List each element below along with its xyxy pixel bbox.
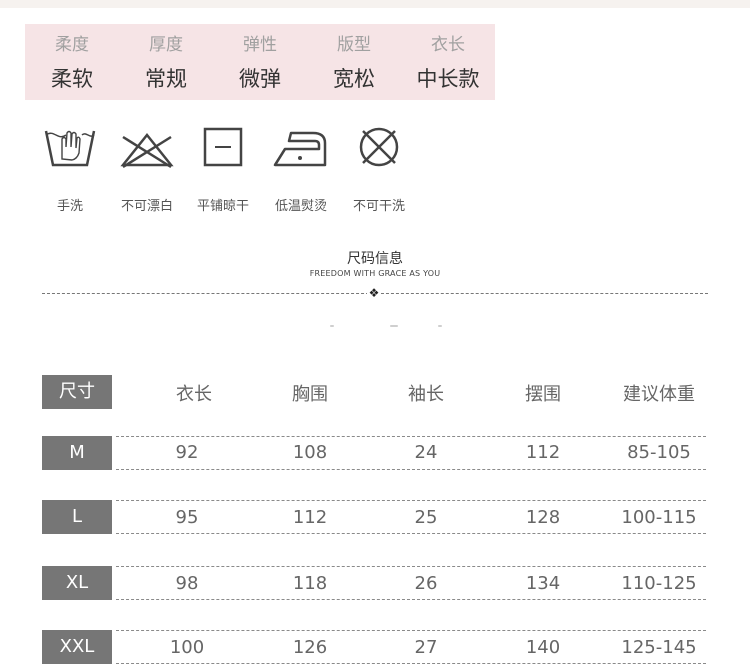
table-cell: 85-105 bbox=[627, 442, 691, 463]
table-cell: 25 bbox=[414, 507, 438, 528]
column-header-sleeve: 袖长 bbox=[408, 384, 444, 405]
row-divider bbox=[116, 599, 706, 600]
no-bleach-icon bbox=[120, 132, 174, 169]
property-value: 柔软 bbox=[51, 67, 93, 91]
table-cell: 140 bbox=[525, 637, 561, 658]
fabric-properties-table: 柔度 柔软 厚度 常规 弹性 微弹 版型 宽松 衣长 中长款 bbox=[25, 24, 495, 100]
table-cell: 118 bbox=[292, 573, 328, 594]
property-softness: 柔度 柔软 bbox=[25, 24, 119, 100]
size-header-tag: 尺寸 bbox=[42, 375, 112, 409]
property-value: 常规 bbox=[145, 67, 187, 91]
property-label: 衣长 bbox=[431, 35, 465, 55]
property-value: 宽松 bbox=[333, 67, 375, 91]
table-cell: 108 bbox=[292, 442, 328, 463]
property-label: 柔度 bbox=[55, 35, 89, 55]
table-cell: 112 bbox=[525, 442, 561, 463]
dry-flat-icon bbox=[203, 127, 243, 167]
table-cell: 128 bbox=[525, 507, 561, 528]
table-cell: 110-125 bbox=[621, 573, 697, 594]
column-header-hem: 摆围 bbox=[525, 384, 561, 405]
diamond-ornament-icon: ❖ bbox=[367, 286, 381, 300]
table-cell: 112 bbox=[292, 507, 328, 528]
row-divider bbox=[116, 469, 706, 470]
decorative-dot bbox=[438, 325, 442, 327]
decorative-dot bbox=[330, 325, 334, 327]
column-header-bust: 胸围 bbox=[292, 384, 328, 405]
property-elasticity: 弹性 微弹 bbox=[213, 24, 307, 100]
property-value: 中长款 bbox=[416, 67, 480, 91]
no-dry-clean-icon bbox=[359, 127, 399, 167]
property-value: 微弹 bbox=[239, 67, 281, 91]
hand-wash-icon bbox=[44, 130, 96, 167]
size-section-subtitle: FREEDOM WITH GRACE AS YOU bbox=[309, 269, 441, 278]
property-label: 弹性 bbox=[243, 35, 277, 55]
size-tag-m: M bbox=[42, 436, 112, 470]
row-divider bbox=[116, 500, 706, 501]
column-header-weight: 建议体重 bbox=[623, 384, 695, 405]
size-tag-xxl: XXL bbox=[42, 630, 112, 664]
row-divider bbox=[116, 436, 706, 437]
table-cell: 125-145 bbox=[621, 637, 697, 658]
table-cell: 92 bbox=[175, 442, 199, 463]
table-cell: 100 bbox=[169, 637, 205, 658]
table-cell: 27 bbox=[414, 637, 438, 658]
table-cell: 126 bbox=[292, 637, 328, 658]
row-divider bbox=[116, 630, 706, 631]
table-cell: 95 bbox=[175, 507, 199, 528]
table-cell: 98 bbox=[175, 573, 199, 594]
size-tag-xl: XL bbox=[42, 566, 112, 600]
table-cell: 26 bbox=[414, 573, 438, 594]
property-label: 版型 bbox=[337, 35, 371, 55]
property-thickness: 厚度 常规 bbox=[119, 24, 213, 100]
table-cell: 134 bbox=[525, 573, 561, 594]
property-length: 衣长 中长款 bbox=[401, 24, 495, 100]
care-label: 不可干洗 bbox=[352, 199, 405, 214]
care-no-dry-clean: 不可干洗 bbox=[329, 125, 429, 215]
table-cell: 24 bbox=[414, 442, 438, 463]
decorative-dot bbox=[390, 325, 398, 327]
low-iron-icon bbox=[273, 131, 327, 167]
row-divider bbox=[116, 566, 706, 567]
top-border bbox=[0, 0, 750, 8]
property-fit: 版型 宽松 bbox=[307, 24, 401, 100]
property-label: 厚度 bbox=[149, 35, 183, 55]
size-tag-l: L bbox=[42, 500, 112, 534]
row-divider bbox=[116, 533, 706, 534]
table-cell: 100-115 bbox=[621, 507, 697, 528]
column-header-length: 衣长 bbox=[176, 384, 212, 405]
size-section-title: 尺码信息 bbox=[347, 251, 403, 267]
row-divider bbox=[116, 663, 706, 664]
